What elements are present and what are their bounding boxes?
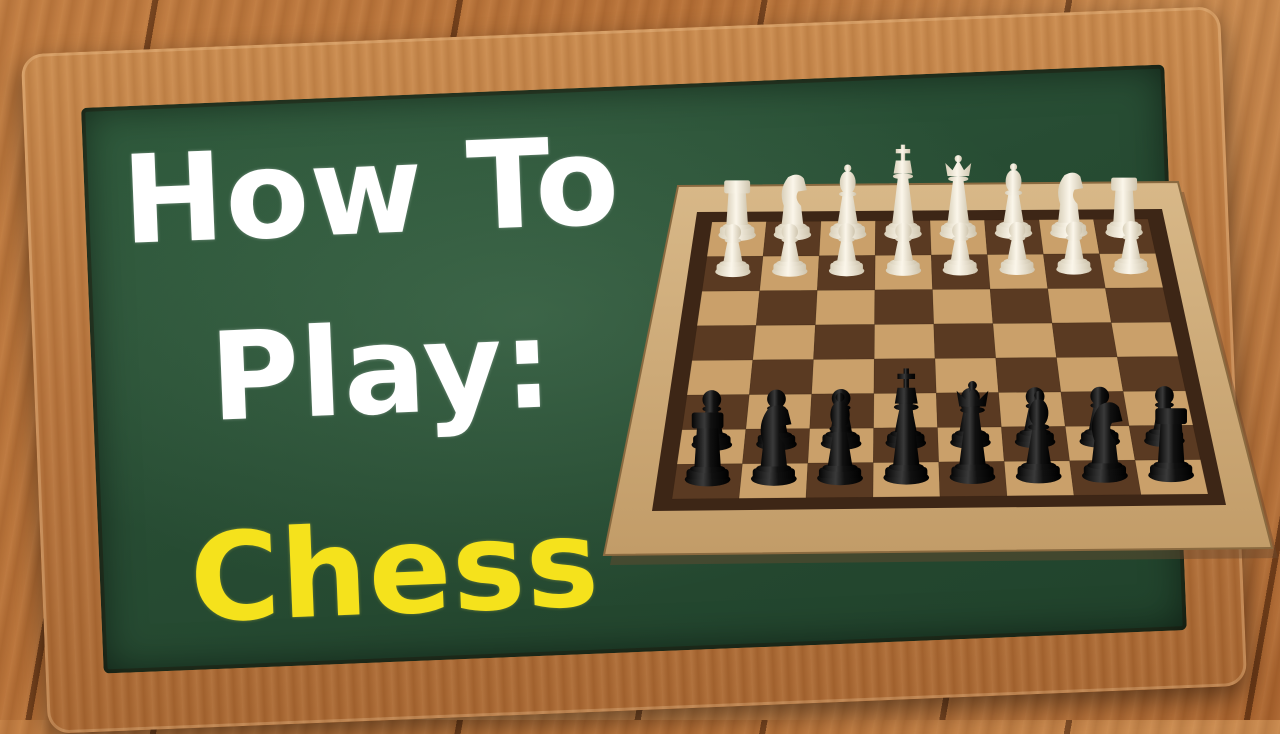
board-square bbox=[1116, 356, 1186, 392]
board-square bbox=[933, 323, 997, 359]
board-square bbox=[755, 290, 818, 326]
board-square bbox=[1110, 321, 1179, 358]
board-square bbox=[686, 359, 754, 396]
board-square bbox=[992, 322, 1057, 359]
thumbnail-scene: How To Play: Chess bbox=[0, 0, 1280, 734]
board-square bbox=[1056, 356, 1124, 393]
board-square bbox=[1047, 287, 1112, 324]
board-square bbox=[748, 359, 814, 395]
board-square bbox=[989, 288, 1053, 324]
board-square bbox=[995, 357, 1062, 393]
board-square bbox=[696, 290, 760, 327]
chess-board-illustration bbox=[602, 144, 1278, 565]
board-square bbox=[874, 289, 935, 325]
board-square bbox=[1105, 287, 1171, 323]
board-square bbox=[811, 358, 875, 395]
board-square bbox=[752, 324, 816, 361]
board-square bbox=[813, 324, 875, 360]
board-square bbox=[934, 357, 999, 394]
board-square bbox=[691, 325, 757, 361]
board-square bbox=[932, 288, 994, 325]
board-square bbox=[1051, 322, 1118, 358]
board-square bbox=[815, 289, 876, 326]
board-square bbox=[873, 323, 936, 360]
